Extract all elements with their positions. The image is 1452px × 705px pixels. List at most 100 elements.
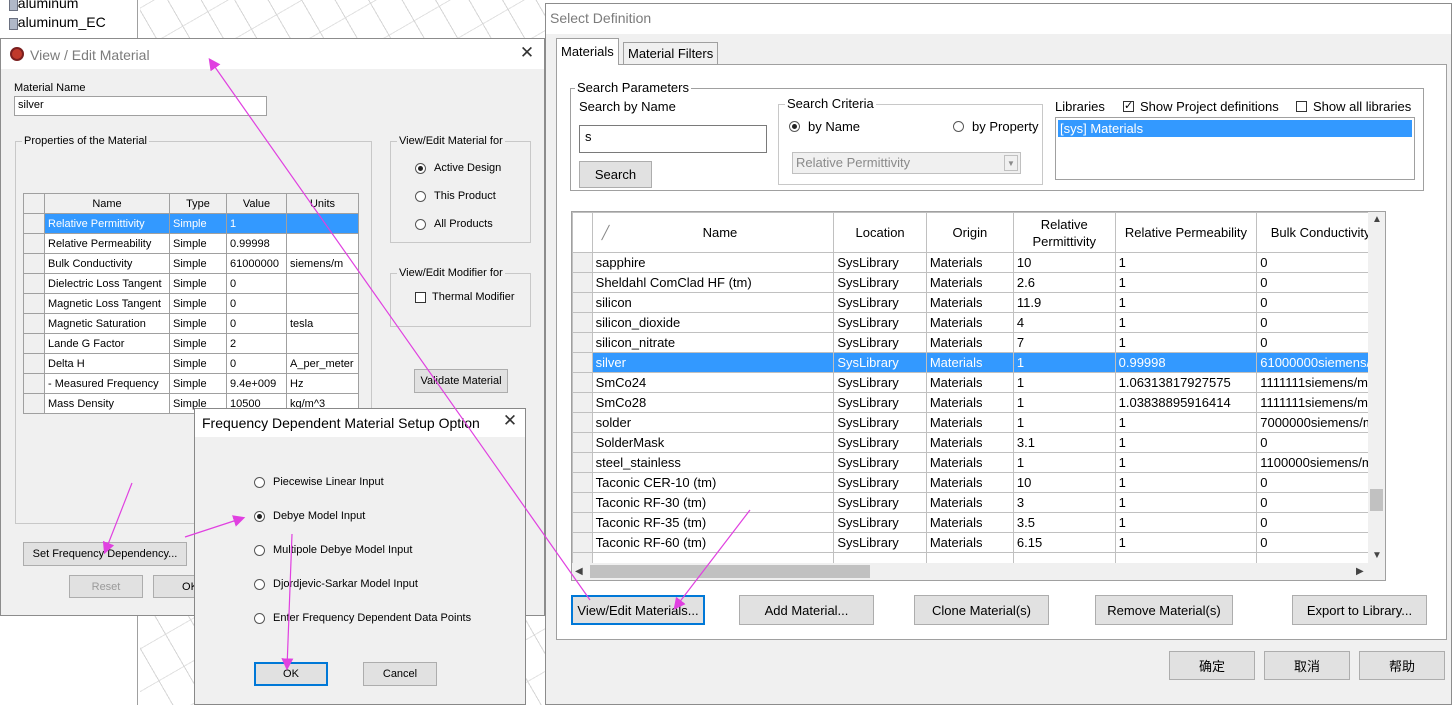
validate-material-button[interactable]: Validate Material — [414, 369, 508, 393]
row-header[interactable] — [572, 432, 593, 453]
material-perm-cell[interactable]: 1 — [1012, 412, 1116, 433]
radio-button[interactable] — [415, 162, 426, 174]
property-name-cell[interactable]: Lande G Factor — [44, 333, 170, 354]
material-row[interactable]: SmCo24 SysLibrary Materials 1 1.063138179275… — [572, 372, 1385, 393]
ok-button[interactable]: 确定 — [1169, 651, 1255, 680]
material-perm-cell[interactable]: 1 — [1012, 452, 1116, 473]
material-origin-cell[interactable]: Materials — [925, 372, 1014, 393]
row-header[interactable] — [572, 252, 593, 273]
property-name-cell[interactable]: Relative Permittivity — [44, 213, 170, 234]
row-header[interactable] — [23, 213, 45, 234]
tab-materials[interactable]: Materials — [556, 38, 619, 65]
row-header[interactable] — [572, 512, 593, 533]
row-header[interactable] — [572, 472, 593, 493]
remove-materials-button[interactable]: Remove Material(s) — [1095, 595, 1233, 625]
material-permea-cell[interactable]: 1 — [1114, 452, 1258, 473]
property-type-cell[interactable]: Simple — [169, 373, 227, 394]
material-location-cell[interactable]: SysLibrary — [833, 272, 927, 293]
property-row[interactable]: Delta H Simple 0 A_per_meter — [23, 353, 359, 374]
scroll-right-icon[interactable]: ▶ — [1356, 566, 1364, 577]
scroll-up-icon[interactable]: ▲ — [1372, 214, 1382, 225]
checkbox[interactable] — [415, 291, 426, 303]
column-header-name[interactable]: ╱ Name — [591, 212, 835, 253]
row-header[interactable] — [572, 532, 593, 553]
material-perm-cell[interactable]: 1 — [1012, 392, 1116, 413]
property-units-cell[interactable]: Hz — [286, 373, 359, 394]
libraries-list[interactable]: [sys] Materials — [1055, 117, 1415, 180]
row-header[interactable] — [23, 373, 45, 394]
material-permea-cell[interactable]: 1 — [1114, 472, 1258, 493]
material-row[interactable]: silver SysLibrary Materials 1 0.99998 6100000… — [572, 352, 1385, 373]
property-type-cell[interactable]: Simple — [169, 353, 227, 374]
row-header[interactable] — [23, 353, 45, 374]
property-row[interactable]: Dielectric Loss Tangent Simple 0 — [23, 273, 359, 294]
material-name-cell[interactable]: SmCo24 — [591, 372, 835, 393]
library-item[interactable]: [sys] Materials — [1058, 120, 1412, 137]
material-location-cell[interactable]: SysLibrary — [833, 312, 927, 333]
property-type-cell[interactable]: Simple — [169, 293, 227, 314]
vertical-scrollbar[interactable]: ▲ ▼ — [1368, 212, 1385, 564]
property-row[interactable]: Relative Permittivity Simple 1 — [23, 213, 359, 234]
material-origin-cell[interactable]: Materials — [925, 512, 1014, 533]
material-perm-cell[interactable]: 3.5 — [1012, 512, 1116, 533]
material-perm-cell[interactable]: 10 — [1012, 252, 1116, 273]
row-header[interactable] — [572, 372, 593, 393]
radio-button[interactable] — [254, 544, 265, 556]
scroll-thumb[interactable] — [590, 565, 870, 578]
property-value-cell[interactable]: 0 — [226, 353, 287, 374]
row-header[interactable] — [572, 312, 593, 333]
radio-all-products[interactable]: All Products — [415, 218, 493, 230]
radio-button[interactable] — [254, 510, 265, 522]
material-name-cell[interactable]: silicon — [591, 292, 835, 313]
property-units-cell[interactable]: A_per_meter — [286, 353, 359, 374]
material-location-cell[interactable]: SysLibrary — [833, 472, 927, 493]
material-location-cell[interactable]: SysLibrary — [833, 452, 927, 473]
material-name-cell[interactable]: Taconic CER-10 (tm) — [591, 472, 835, 493]
column-header[interactable]: Units — [286, 193, 359, 214]
material-row[interactable]: sapphire SysLibrary Materials 10 1 0 — [572, 252, 1385, 273]
clone-materials-button[interactable]: Clone Material(s) — [914, 595, 1049, 625]
material-permea-cell[interactable]: 1 — [1114, 272, 1258, 293]
material-origin-cell[interactable]: Materials — [925, 412, 1014, 433]
property-type-cell[interactable]: Simple — [169, 213, 227, 234]
property-type-cell[interactable]: Simple — [169, 233, 227, 254]
radio-piecewise-linear[interactable]: Piecewise Linear Input — [254, 476, 384, 488]
cancel-button[interactable]: 取消 — [1264, 651, 1350, 680]
material-permea-cell[interactable]: 1 — [1114, 432, 1258, 453]
material-row[interactable]: silicon SysLibrary Materials 11.9 1 0 — [572, 292, 1385, 313]
thermal-modifier-checkbox[interactable]: Thermal Modifier — [415, 291, 515, 303]
material-location-cell[interactable]: SysLibrary — [833, 412, 927, 433]
material-perm-cell[interactable]: 6.15 — [1012, 532, 1116, 553]
material-origin-cell[interactable]: Materials — [925, 392, 1014, 413]
row-header[interactable] — [572, 412, 593, 433]
property-value-cell[interactable]: 0.99998 — [226, 233, 287, 254]
property-value-cell[interactable]: 2 — [226, 333, 287, 354]
material-name-cell[interactable]: steel_stainless — [591, 452, 835, 473]
material-location-cell[interactable]: SysLibrary — [833, 332, 927, 353]
material-cond-cell[interactable]: 0 — [1256, 512, 1385, 533]
property-type-cell[interactable]: Simple — [169, 253, 227, 274]
row-header[interactable] — [23, 293, 45, 314]
material-perm-cell[interactable]: 7 — [1012, 332, 1116, 353]
checkbox[interactable] — [1296, 101, 1307, 112]
property-units-cell[interactable] — [286, 233, 359, 254]
material-permea-cell[interactable]: 1.06313817927575 — [1114, 372, 1258, 393]
material-location-cell[interactable]: SysLibrary — [833, 492, 927, 513]
radio-active-design[interactable]: Active Design — [415, 162, 501, 174]
row-header[interactable] — [572, 352, 593, 373]
reset-button[interactable]: Reset — [69, 575, 143, 598]
scroll-thumb[interactable] — [1370, 489, 1383, 511]
column-header[interactable]: Name — [44, 193, 170, 214]
material-cond-cell[interactable]: 0 — [1256, 472, 1385, 493]
material-perm-cell[interactable]: 4 — [1012, 312, 1116, 333]
add-material-button[interactable]: Add Material... — [739, 595, 874, 625]
property-name-cell[interactable]: Relative Permeability — [44, 233, 170, 254]
radio-button[interactable] — [415, 218, 426, 230]
material-cond-cell[interactable]: 0 — [1256, 532, 1385, 553]
horizontal-scrollbar[interactable]: ◀ ▶ — [572, 563, 1385, 580]
row-header[interactable] — [23, 253, 45, 274]
material-perm-cell[interactable]: 2.6 — [1012, 272, 1116, 293]
material-perm-cell[interactable]: 1 — [1012, 352, 1116, 373]
row-header[interactable] — [23, 393, 45, 414]
property-row[interactable]: Lande G Factor Simple 2 — [23, 333, 359, 354]
